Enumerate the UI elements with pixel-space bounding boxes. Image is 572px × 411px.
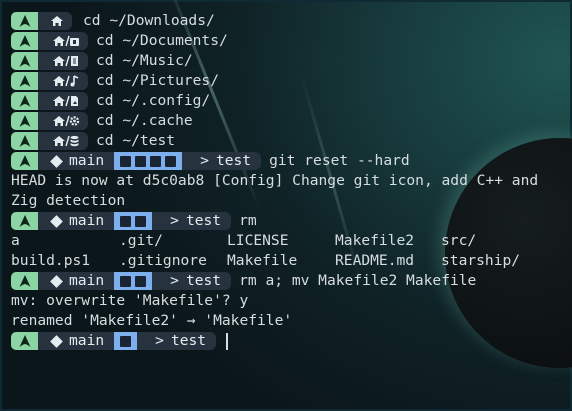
git-prompt-line: main > test rm bbox=[11, 211, 572, 231]
directory-segment: > test bbox=[152, 212, 232, 230]
home-icon bbox=[38, 12, 72, 30]
arch-logo-icon bbox=[11, 112, 38, 130]
dir-name: test bbox=[185, 212, 222, 229]
chevron-right-icon: > bbox=[200, 152, 209, 169]
git-status-segment bbox=[114, 272, 153, 290]
git-branch-segment: main bbox=[38, 272, 115, 290]
ls-row: build.ps1 .gitignore Makefile README.md star… bbox=[11, 251, 572, 271]
prompt-line: cd ~/Documents/ bbox=[11, 31, 572, 51]
list-item: a bbox=[11, 232, 20, 249]
untracked-icon bbox=[135, 215, 147, 227]
git-prompt-line: main > test git reset --hard bbox=[11, 151, 572, 171]
arch-logo-icon bbox=[11, 92, 38, 110]
output-line: renamed 'Makefile2' → 'Makefile' bbox=[11, 312, 293, 329]
git-branch-segment: main bbox=[38, 152, 115, 170]
arch-logo-icon bbox=[11, 72, 38, 90]
list-item: Makefile bbox=[227, 252, 298, 269]
arch-logo-icon bbox=[11, 152, 38, 170]
command-text: rm a; mv Makefile2 Makefile bbox=[239, 272, 477, 289]
git-status-segment bbox=[114, 212, 153, 230]
directory-segment: > test bbox=[152, 272, 232, 290]
branch-name: main bbox=[69, 212, 105, 229]
command-text: cd ~/.cache bbox=[96, 112, 193, 129]
prompt-line: cd ~/Music/ bbox=[11, 51, 572, 71]
git-icon bbox=[50, 214, 63, 228]
arch-logo-icon bbox=[11, 52, 38, 70]
config-folder-icon bbox=[38, 92, 88, 110]
arch-logo-icon bbox=[11, 132, 38, 150]
chevron-right-icon: > bbox=[155, 332, 164, 349]
output-line: HEAD is now at d5c0ab8 [Config] Change g… bbox=[11, 172, 539, 189]
arch-logo-icon bbox=[11, 332, 38, 350]
prompt-line: cd ~/.config/ bbox=[11, 91, 572, 111]
command-text: cd ~/Music/ bbox=[96, 52, 193, 69]
git-status-segment bbox=[114, 332, 138, 350]
chevron-right-icon: > bbox=[170, 212, 179, 229]
git-branch-segment: main bbox=[38, 212, 115, 230]
dir-name: test bbox=[185, 272, 222, 289]
dir-name: test bbox=[215, 152, 252, 169]
prompt-line: cd ~/Downloads/ bbox=[11, 11, 572, 31]
modified-icon bbox=[135, 155, 147, 167]
branch-name: main bbox=[69, 332, 105, 349]
arch-logo-icon bbox=[11, 212, 38, 230]
directory-segment: > test bbox=[182, 152, 262, 170]
output-line: Zig detection bbox=[11, 192, 126, 209]
arch-logo-icon bbox=[11, 32, 38, 50]
staged-icon bbox=[120, 275, 132, 287]
terminal-window[interactable]: cd ~/Downloads/ cd ~/Documents/ cd ~/Mus… bbox=[0, 0, 572, 411]
deleted-icon bbox=[120, 155, 132, 167]
untracked-icon bbox=[165, 155, 177, 167]
prompt-line: cd ~/.cache bbox=[11, 111, 572, 131]
git-icon bbox=[50, 154, 63, 168]
command-text: cd ~/test bbox=[96, 132, 176, 149]
command-text: cd ~/Pictures/ bbox=[96, 72, 220, 89]
chevron-right-icon: > bbox=[170, 272, 179, 289]
staged-icon bbox=[150, 155, 162, 167]
staged-icon bbox=[120, 335, 132, 347]
branch-name: main bbox=[69, 152, 105, 169]
git-prompt-line[interactable]: main > test bbox=[11, 331, 572, 351]
prompt-line: cd ~/test bbox=[11, 131, 572, 151]
untracked-icon bbox=[135, 275, 147, 287]
output-line: mv: overwrite 'Makefile'? y bbox=[11, 292, 249, 309]
terminal-output: cd ~/Downloads/ cd ~/Documents/ cd ~/Mus… bbox=[11, 11, 572, 351]
ls-row: a .git/LICENSE Makefile2 src/ bbox=[11, 231, 572, 251]
git-icon bbox=[50, 274, 63, 288]
prompt-line: cd ~/Pictures/ bbox=[11, 71, 572, 91]
command-text: cd ~/Downloads/ bbox=[83, 12, 215, 29]
git-icon bbox=[50, 334, 63, 348]
pictures-folder-icon bbox=[38, 72, 88, 90]
command-text: git reset --hard bbox=[269, 152, 410, 169]
git-branch-segment: main bbox=[38, 332, 115, 350]
staged-icon bbox=[120, 215, 132, 227]
folder-download-icon bbox=[38, 32, 88, 50]
dir-name: test bbox=[170, 332, 207, 349]
list-item: README.md bbox=[335, 252, 415, 269]
list-item: .git/ bbox=[119, 232, 163, 249]
arch-logo-icon bbox=[11, 272, 38, 290]
list-item: build.ps1 bbox=[11, 252, 91, 269]
git-prompt-line: main > test rm a; mv Makefile2 Makefile bbox=[11, 271, 572, 291]
command-text: cd ~/.config/ bbox=[96, 92, 211, 109]
list-item: .gitignore bbox=[119, 252, 207, 269]
command-text: rm bbox=[239, 212, 257, 229]
git-status-segment bbox=[114, 152, 183, 170]
music-folder-icon bbox=[38, 52, 88, 70]
text-cursor[interactable] bbox=[226, 332, 229, 350]
gear-icon bbox=[38, 112, 88, 130]
list-item: src/ bbox=[441, 232, 477, 249]
command-text: cd ~/Documents/ bbox=[96, 32, 228, 49]
arch-logo-icon bbox=[11, 12, 38, 30]
list-item: Makefile2 bbox=[335, 232, 415, 249]
list-item: LICENSE bbox=[227, 232, 289, 249]
database-icon bbox=[38, 132, 88, 150]
directory-segment: > test bbox=[137, 332, 217, 350]
list-item: starship/ bbox=[441, 252, 521, 269]
branch-name: main bbox=[69, 272, 105, 289]
